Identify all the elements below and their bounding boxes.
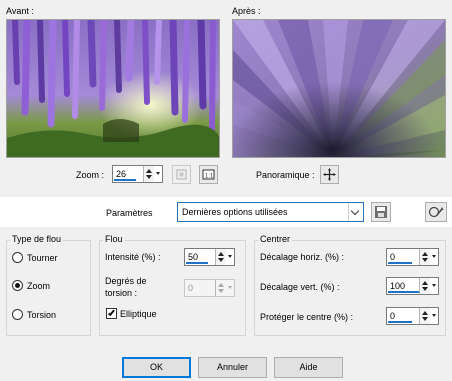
dropdown-arrow-icon[interactable] bbox=[432, 314, 436, 317]
twist-label-line2: torsion : bbox=[105, 288, 138, 298]
zoom-label: Zoom : bbox=[76, 170, 105, 180]
save-preset-button[interactable] bbox=[371, 202, 391, 222]
dropdown-arrow-icon[interactable] bbox=[228, 255, 232, 258]
intensity-stepper[interactable]: 50 bbox=[184, 248, 235, 266]
twist-stepper[interactable]: 0 bbox=[184, 279, 235, 297]
radio-tourner[interactable] bbox=[12, 252, 23, 263]
protect-center-stepper[interactable]: 0 bbox=[386, 307, 439, 325]
chevron-up-icon[interactable] bbox=[422, 311, 428, 315]
dropdown-arrow-icon[interactable] bbox=[156, 172, 160, 175]
move-icon bbox=[323, 168, 336, 181]
radio-torsion[interactable] bbox=[12, 309, 23, 320]
protect-center-label: Protéger le centre (%) : bbox=[260, 312, 354, 322]
protect-center-value[interactable]: 0 bbox=[390, 311, 395, 321]
h-offset-value[interactable]: 0 bbox=[390, 252, 395, 262]
twist-spin-arrows[interactable] bbox=[215, 280, 226, 296]
v-offset-slider-bar[interactable] bbox=[388, 291, 420, 293]
chevron-up-icon[interactable] bbox=[218, 283, 224, 287]
zoom-actual-size-button[interactable]: 1:1 bbox=[199, 165, 218, 184]
zoom-fit-icon bbox=[176, 169, 187, 180]
chevron-down-icon[interactable] bbox=[422, 317, 428, 321]
chevron-down-icon[interactable] bbox=[146, 175, 152, 179]
presets-label: Paramètres bbox=[106, 208, 153, 218]
chevron-down-icon[interactable] bbox=[422, 258, 428, 262]
intensity-label: Intensité (%) : bbox=[105, 252, 161, 262]
cancel-button[interactable]: Annuler bbox=[198, 357, 267, 378]
help-button[interactable]: Aide bbox=[274, 357, 343, 378]
actual-size-icon: 1:1 bbox=[202, 169, 215, 180]
v-offset-stepper[interactable]: 100 bbox=[386, 277, 439, 295]
ok-button[interactable]: OK bbox=[122, 357, 191, 378]
radio-zoom-label[interactable]: Zoom bbox=[27, 281, 50, 291]
zoom-slider-bar[interactable] bbox=[114, 179, 136, 181]
presets-selected-value: Dernières options utilisées bbox=[182, 207, 288, 217]
h-offset-stepper[interactable]: 0 bbox=[386, 248, 439, 266]
dropdown-arrow-icon[interactable] bbox=[432, 284, 436, 287]
radio-zoom[interactable] bbox=[12, 280, 23, 291]
chevron-up-icon[interactable] bbox=[218, 252, 224, 256]
blur-type-title: Type de flou bbox=[10, 234, 64, 244]
radio-torsion-label[interactable]: Torsion bbox=[27, 310, 56, 320]
zoom-spin-arrows[interactable] bbox=[143, 166, 154, 182]
intensity-value[interactable]: 50 bbox=[188, 252, 198, 262]
dropdown-arrow-icon[interactable] bbox=[432, 255, 436, 258]
after-preview-label: Après : bbox=[232, 6, 261, 16]
presets-dropdown[interactable]: Dernières options utilisées bbox=[177, 202, 364, 222]
protect-center-slider-bar[interactable] bbox=[388, 321, 412, 323]
svg-text:1:1: 1:1 bbox=[205, 174, 214, 180]
chevron-up-icon[interactable] bbox=[422, 281, 428, 285]
twist-value[interactable]: 0 bbox=[188, 283, 193, 293]
chevron-down-icon[interactable] bbox=[218, 289, 224, 293]
chevron-down-icon[interactable] bbox=[348, 203, 363, 221]
before-preview-label: Avant : bbox=[6, 6, 34, 16]
h-offset-slider-bar[interactable] bbox=[388, 262, 412, 264]
v-offset-spin-arrows[interactable] bbox=[419, 278, 430, 294]
chevron-down-icon[interactable] bbox=[218, 258, 224, 262]
after-preview-image bbox=[232, 19, 446, 158]
pan-button[interactable] bbox=[320, 165, 339, 184]
elliptical-label[interactable]: Elliptique bbox=[120, 309, 157, 319]
center-title: Centrer bbox=[258, 234, 293, 244]
checkmark-icon bbox=[108, 308, 115, 317]
twist-label-line1: Degrés de bbox=[105, 276, 147, 286]
zoom-value[interactable]: 26 bbox=[116, 169, 126, 179]
h-offset-label: Décalage horiz. (%) : bbox=[260, 252, 345, 262]
zoom-stepper[interactable]: 26 bbox=[112, 165, 163, 183]
intensity-slider-bar[interactable] bbox=[186, 262, 208, 264]
before-preview-image[interactable] bbox=[6, 19, 220, 158]
dropdown-arrow-icon[interactable] bbox=[228, 286, 232, 289]
reset-icon bbox=[428, 206, 444, 218]
radio-tourner-label[interactable]: Tourner bbox=[27, 253, 58, 263]
chevron-up-icon[interactable] bbox=[422, 252, 428, 256]
pan-label: Panoramique : bbox=[256, 170, 315, 180]
save-icon bbox=[375, 206, 387, 218]
h-offset-spin-arrows[interactable] bbox=[419, 249, 430, 265]
chevron-down-icon[interactable] bbox=[422, 287, 428, 291]
protect-center-spin-arrows[interactable] bbox=[419, 308, 430, 324]
chevron-up-icon[interactable] bbox=[146, 169, 152, 173]
zoom-fit-button[interactable] bbox=[172, 165, 191, 184]
reset-preset-button[interactable] bbox=[425, 202, 447, 222]
blur-title: Flou bbox=[103, 234, 125, 244]
intensity-spin-arrows[interactable] bbox=[215, 249, 226, 265]
elliptical-checkbox[interactable] bbox=[106, 308, 117, 319]
v-offset-value[interactable]: 100 bbox=[390, 281, 405, 291]
v-offset-label: Décalage vert. (%) : bbox=[260, 282, 340, 292]
